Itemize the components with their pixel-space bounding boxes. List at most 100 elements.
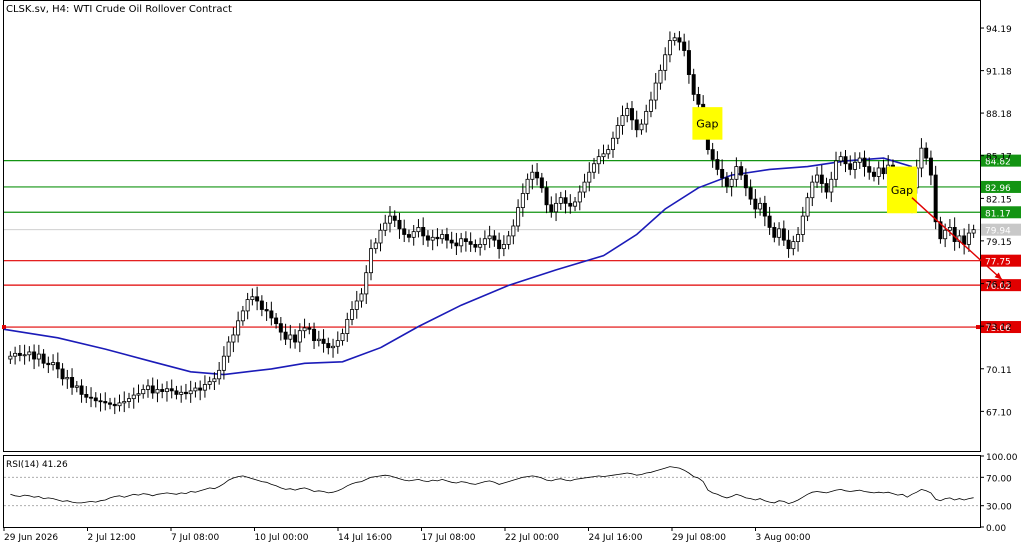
candle-up	[810, 181, 815, 199]
candle-up	[663, 54, 668, 71]
candle-up	[207, 381, 212, 385]
candle-down	[406, 234, 411, 238]
candle-down	[544, 187, 549, 206]
candle-up	[800, 215, 805, 235]
candle-up	[459, 238, 464, 247]
candle-up	[430, 236, 435, 241]
candle-up	[416, 227, 421, 233]
candle-down	[867, 166, 872, 173]
candle-down	[724, 177, 729, 187]
candle-down	[696, 93, 701, 105]
candle-up	[131, 394, 136, 400]
candle-up	[345, 318, 350, 334]
candle-up	[288, 334, 293, 340]
candle-down	[933, 174, 938, 223]
candle-up	[573, 201, 578, 207]
candle-up	[65, 377, 70, 380]
price-tick-label: 88.18	[986, 110, 1012, 120]
candle-down	[444, 234, 449, 241]
candle-up	[592, 163, 597, 173]
candle-up	[212, 378, 217, 383]
price-tick-label: 85.17	[986, 153, 1012, 163]
time-tick-label: 29 Jul 08:00	[672, 533, 726, 543]
candle-up	[838, 156, 843, 162]
candle-up	[530, 171, 535, 180]
candle-down	[103, 401, 108, 404]
level-tag-label-81.17: 81.17	[985, 209, 1011, 219]
candle-up	[364, 272, 369, 295]
candle-up	[368, 248, 373, 274]
candle-down	[264, 309, 269, 312]
candle-up	[51, 362, 56, 366]
candle-down	[568, 202, 573, 207]
candle-down	[283, 331, 288, 340]
candle-down	[786, 239, 791, 250]
candle-up	[520, 193, 525, 209]
candle-up	[667, 40, 672, 56]
candle-down	[691, 74, 696, 95]
candle-up	[202, 384, 207, 391]
candle-up	[440, 234, 445, 240]
candle-down	[183, 391, 188, 395]
candle-up	[13, 352, 18, 357]
last-price-label: 79.94	[985, 227, 1011, 237]
candle-up	[834, 160, 839, 180]
candle-up	[857, 157, 862, 163]
candle-down	[767, 215, 772, 228]
candle-down	[269, 310, 274, 319]
candle-down	[710, 149, 715, 160]
candle-down	[32, 351, 37, 360]
candle-down	[255, 296, 260, 302]
candle-down	[55, 362, 60, 370]
gap-label-1: Gap	[696, 117, 718, 130]
time-tick-label: 14 Jul 16:00	[338, 533, 392, 543]
candle-down	[952, 227, 957, 242]
candle-up	[340, 333, 345, 342]
chart-background	[0, 0, 1024, 546]
candle-down	[463, 238, 468, 242]
candle-up	[478, 243, 483, 248]
candle-down	[425, 235, 430, 241]
candle-up	[758, 202, 763, 210]
candle-up	[658, 69, 663, 84]
price-tick-label: 82.15	[986, 195, 1012, 205]
candle-up	[250, 296, 255, 300]
candle-down	[924, 147, 929, 159]
candle-down	[928, 157, 933, 176]
candle-down	[60, 368, 65, 380]
candle-down	[848, 163, 853, 170]
price-chart[interactable]: GapGap 84.8282.9681.1777.7576.0273.0694.…	[0, 0, 1024, 546]
candle-down	[41, 353, 46, 364]
rsi-tick-label: 70.00	[986, 474, 1012, 484]
price-tick-label: 94.19	[986, 25, 1012, 35]
candle-up	[373, 242, 378, 250]
candle-up	[8, 355, 13, 360]
candle-up	[155, 389, 160, 394]
candle-down	[70, 377, 75, 388]
candle-down	[682, 41, 687, 51]
candle-up	[805, 197, 810, 217]
candle-down	[748, 187, 753, 200]
candle-down	[326, 343, 331, 349]
candle-up	[245, 299, 250, 312]
rsi-tick-label: 30.00	[986, 503, 1012, 513]
candle-up	[606, 149, 611, 155]
candle-up	[22, 354, 27, 357]
candle-up	[625, 108, 630, 117]
candle-up	[615, 125, 620, 139]
candle-up	[387, 215, 392, 224]
candle-up	[966, 232, 971, 245]
time-tick-label: 2 Jul 12:00	[88, 533, 137, 543]
price-tick-label: 91.18	[986, 68, 1012, 78]
candle-up	[487, 235, 492, 240]
candle-up	[354, 300, 359, 310]
candle-up	[383, 222, 388, 231]
candle-up	[226, 341, 231, 357]
candle-down	[549, 204, 554, 213]
candle-up	[672, 37, 677, 42]
candle-down	[468, 241, 473, 245]
candle-down	[629, 108, 634, 121]
price-tick-label: 73.12	[986, 323, 1012, 333]
candle-down	[98, 400, 103, 403]
candle-down	[720, 168, 725, 179]
